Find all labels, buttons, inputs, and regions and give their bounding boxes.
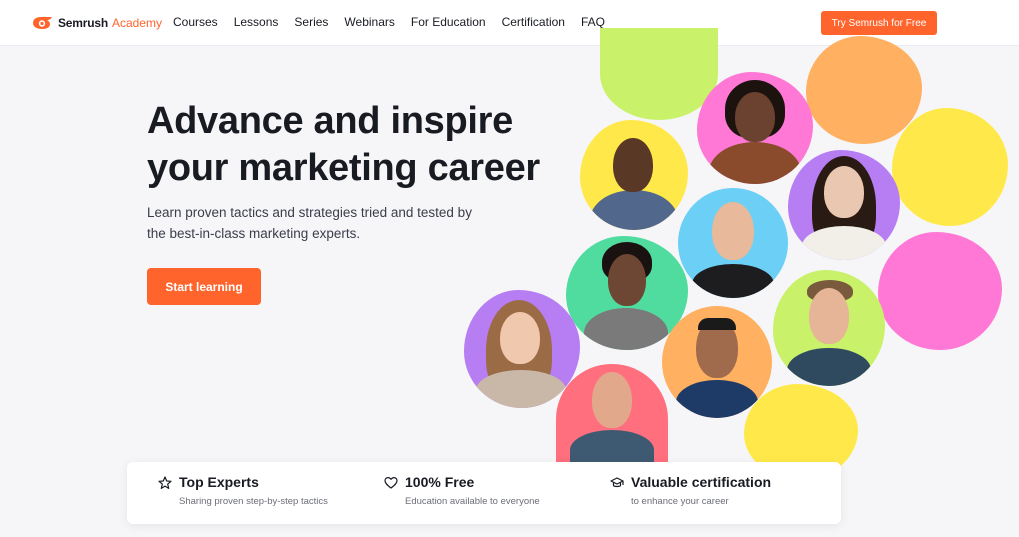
nav-certification[interactable]: Certification — [502, 15, 565, 29]
yellow-blob — [892, 108, 1008, 226]
hero-subtitle-line: Learn proven tactics and strategies trie… — [147, 205, 472, 220]
hero-subtitle-line: the best-in-class marketing experts. — [147, 226, 361, 241]
semrush-fire-icon — [33, 17, 52, 29]
try-semrush-button[interactable]: Try Semrush for Free — [821, 11, 937, 35]
expert-portrait — [788, 150, 900, 260]
hero-title-line: Advance and inspire — [147, 100, 513, 142]
expert-portrait — [566, 236, 688, 350]
feature-subtitle: to enhance your career — [631, 496, 729, 507]
feature-title: 100% Free — [405, 474, 475, 490]
nav-for-education[interactable]: For Education — [411, 15, 486, 29]
expert-portrait — [556, 364, 668, 464]
nav-lessons[interactable]: Lessons — [234, 15, 279, 29]
features-card: Top Experts Sharing proven step-by-step … — [127, 462, 841, 524]
expert-portrait — [678, 188, 788, 298]
hero-title-line: your marketing career — [147, 147, 540, 189]
hero-subtitle: Learn proven tactics and strategies trie… — [147, 202, 527, 244]
nav-courses[interactable]: Courses — [173, 15, 218, 29]
nav-series[interactable]: Series — [294, 15, 328, 29]
feature-subtitle: Education available to everyone — [405, 496, 540, 507]
expert-portrait — [697, 72, 813, 184]
top-navigation-bar: Semrush Academy Courses Lessons Series W… — [0, 0, 1019, 46]
expert-portrait — [464, 290, 580, 408]
orange-blob — [806, 36, 922, 144]
graduation-cap-icon — [610, 477, 624, 488]
nav-webinars[interactable]: Webinars — [344, 15, 394, 29]
expert-portrait — [662, 306, 772, 418]
start-learning-button[interactable]: Start learning — [147, 268, 261, 305]
feature-title: Top Experts — [179, 474, 259, 490]
heart-icon — [384, 477, 398, 489]
semrush-academy-logo[interactable]: Semrush Academy — [31, 14, 162, 32]
expert-portrait — [580, 120, 688, 230]
expert-portrait — [773, 270, 885, 386]
feature-subtitle: Sharing proven step-by-step tactics — [179, 496, 328, 507]
nav-faq[interactable]: FAQ — [581, 15, 605, 29]
star-icon — [158, 476, 172, 489]
brand-name: Semrush — [58, 16, 108, 30]
brand-academy: Academy — [111, 16, 162, 30]
feature-title: Valuable certification — [631, 474, 772, 490]
pink-blob — [878, 232, 1002, 350]
hero-title: Advance and inspire your marketing caree… — [147, 98, 587, 192]
main-nav: Courses Lessons Series Webinars For Educ… — [173, 15, 621, 29]
